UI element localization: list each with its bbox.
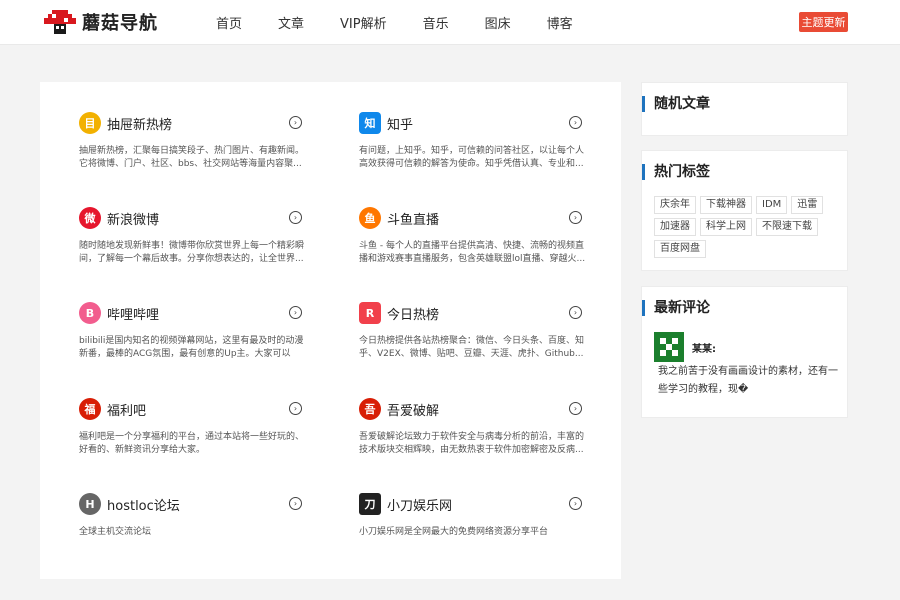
bilibili-icon: B [79, 302, 101, 324]
arrow-right-circle-icon[interactable]: › [289, 402, 302, 415]
tag[interactable]: 科学上网 [700, 218, 752, 236]
latest-comments-widget: 最新评论 某某: 我之前苦于没有画画设计的素材，还有一些学习的教程，现� [641, 286, 848, 418]
card-description: 抽屉新热榜，汇聚每日搞笑段子、热门图片、有趣新闻。它将微博、门户、社区、bbs、… [79, 146, 305, 169]
card-header: 福 福利吧 › [79, 398, 303, 422]
card-description: 福利吧是一个分享福利的平台，通过本站将一些好玩的、好看的、新鲜资讯分享给大家。 [79, 432, 305, 455]
tag-cloud: 庆余年 下载神器 IDM 迅雷 加速器 科学上网 不限速下载 百度网盘 [654, 196, 844, 258]
comment-author[interactable]: 某某: [692, 340, 716, 355]
top-header: 蘑菇导航 首页 文章 VIP解析 音乐 图床 博客 主题更新 [0, 0, 900, 45]
tag[interactable]: 庆余年 [654, 196, 696, 214]
arrow-right-circle-icon[interactable]: › [569, 497, 582, 510]
site-card-grid: 目 抽屉新热榜 › 抽屉新热榜，汇聚每日搞笑段子、热门图片、有趣新闻。它将微博、… [40, 82, 621, 579]
arrow-right-circle-icon[interactable]: › [569, 402, 582, 415]
card-header: B 哔哩哔哩 › [79, 302, 303, 326]
arrow-right-circle-icon[interactable]: › [569, 306, 582, 319]
site-card[interactable]: 目 抽屉新热榜 › 抽屉新热榜，汇聚每日搞笑段子、热门图片、有趣新闻。它将微博、… [79, 112, 319, 192]
card-title[interactable]: hostloc论坛 [107, 495, 180, 514]
nav-home[interactable]: 首页 [216, 13, 242, 32]
avatar [654, 332, 684, 362]
card-title[interactable]: 斗鱼直播 [387, 209, 439, 228]
arrow-right-circle-icon[interactable]: › [289, 211, 302, 224]
card-title[interactable]: 小刀娱乐网 [387, 495, 452, 514]
site-name: 蘑菇导航 [82, 13, 158, 34]
arrow-right-circle-icon[interactable]: › [289, 497, 302, 510]
fuliba-icon: 福 [79, 398, 101, 420]
site-card[interactable]: 福 福利吧 › 福利吧是一个分享福利的平台，通过本站将一些好玩的、好看的、新鲜资… [79, 398, 319, 478]
card-header: 知 知乎 › [359, 112, 583, 136]
site-card[interactable]: 知 知乎 › 有问题，上知乎。知乎，可信赖的问答社区，以让每个人高效获得可信赖的… [359, 112, 599, 192]
site-card[interactable]: R 今日热榜 › 今日热榜提供各站热榜聚合：微信、今日头条、百度、知乎、V2EX… [359, 302, 599, 382]
hot-tags-widget: 热门标签 庆余年 下载神器 IDM 迅雷 加速器 科学上网 不限速下载 百度网盘 [641, 150, 848, 271]
card-description: 小刀娱乐网是全网最大的免费网络资源分享平台 [359, 527, 549, 537]
52pojie-icon: 吾 [359, 398, 381, 420]
card-header: 刀 小刀娱乐网 › [359, 493, 583, 517]
card-title[interactable]: 知乎 [387, 114, 413, 133]
tag[interactable]: 不限速下载 [756, 218, 818, 236]
card-description: 今日热榜提供各站热榜聚合：微信、今日头条、百度、知乎、V2EX、微博、贴吧、豆瓣… [359, 336, 585, 359]
main-nav: 首页 文章 VIP解析 音乐 图床 博客 [216, 0, 573, 44]
drawer-icon: 目 [79, 112, 101, 134]
card-title[interactable]: 吾爱破解 [387, 400, 439, 419]
tag[interactable]: 百度网盘 [654, 240, 706, 258]
tag[interactable]: 下载神器 [700, 196, 752, 214]
card-header: 微 新浪微博 › [79, 207, 303, 231]
widget-title: 随机文章 [642, 96, 710, 112]
card-header: H hostloc论坛 › [79, 493, 303, 517]
card-description: bilibili是国内知名的视频弹幕网站，这里有最及时的动漫新番，最棒的ACG氛… [79, 336, 304, 359]
tag[interactable]: 加速器 [654, 218, 696, 236]
arrow-right-circle-icon[interactable]: › [569, 116, 582, 129]
card-header: 吾 吾爱破解 › [359, 398, 583, 422]
site-card[interactable]: 鱼 斗鱼直播 › 斗鱼 - 每个人的直播平台提供高清、快捷、流畅的视频直播和游戏… [359, 207, 599, 287]
nav-image-host[interactable]: 图床 [485, 13, 511, 32]
card-description: 随时随地发现新鲜事！微博带你欣赏世界上每一个精彩瞬间，了解每一个幕后故事。分享你… [79, 241, 305, 264]
tag[interactable]: 迅雷 [791, 196, 824, 214]
card-title[interactable]: 今日热榜 [387, 304, 439, 323]
card-description: 有问题，上知乎。知乎，可信赖的问答社区，以让每个人高效获得可信赖的解答为使命。知… [359, 146, 585, 169]
douyu-icon: 鱼 [359, 207, 381, 229]
card-description: 全球主机交流论坛 [79, 527, 152, 537]
arrow-right-circle-icon[interactable]: › [289, 116, 302, 129]
card-header: R 今日热榜 › [359, 302, 583, 326]
arrow-right-circle-icon[interactable]: › [289, 306, 302, 319]
widget-title: 最新评论 [642, 300, 710, 316]
widget-title: 热门标签 [642, 164, 710, 180]
site-card[interactable]: 吾 吾爱破解 › 吾爱破解论坛致力于软件安全与病毒分析的前沿，丰富的技术版块交相… [359, 398, 599, 478]
card-description: 斗鱼 - 每个人的直播平台提供高清、快捷、流畅的视频直播和游戏赛事直播服务，包含… [359, 241, 586, 264]
site-card[interactable]: 刀 小刀娱乐网 › 小刀娱乐网是全网最大的免费网络资源分享平台 [359, 493, 599, 573]
card-header: 鱼 斗鱼直播 › [359, 207, 583, 231]
card-title[interactable]: 抽屉新热榜 [107, 114, 172, 133]
site-card[interactable]: B 哔哩哔哩 › bilibili是国内知名的视频弹幕网站，这里有最及时的动漫新… [79, 302, 319, 382]
nav-music[interactable]: 音乐 [423, 13, 449, 32]
card-title[interactable]: 哔哩哔哩 [107, 304, 159, 323]
card-title[interactable]: 新浪微博 [107, 209, 159, 228]
weibo-icon: 微 [79, 207, 101, 229]
comment-text[interactable]: 我之前苦于没有画画设计的素材，还有一些学习的教程，现� [658, 363, 840, 399]
theme-update-button[interactable]: 主题更新 [799, 12, 848, 32]
xiaodao-icon: 刀 [359, 493, 381, 515]
card-header: 目 抽屉新热榜 › [79, 112, 303, 136]
mushroom-logo-icon [44, 10, 76, 34]
site-card[interactable]: 微 新浪微博 › 随时随地发现新鲜事！微博带你欣赏世界上每一个精彩瞬间，了解每一… [79, 207, 319, 287]
site-logo[interactable]: 蘑菇导航 [44, 9, 158, 35]
nav-vip-parse[interactable]: VIP解析 [340, 13, 387, 32]
tag[interactable]: IDM [756, 196, 788, 214]
nav-blog[interactable]: 博客 [547, 13, 573, 32]
random-articles-widget: 随机文章 [641, 82, 848, 136]
tophub-icon: R [359, 302, 381, 324]
nav-articles[interactable]: 文章 [278, 13, 304, 32]
arrow-right-circle-icon[interactable]: › [569, 211, 582, 224]
site-card[interactable]: H hostloc论坛 › 全球主机交流论坛 [79, 493, 319, 573]
card-description: 吾爱破解论坛致力于软件安全与病毒分析的前沿，丰富的技术版块交相辉映，由无数热衷于… [359, 432, 585, 455]
hostloc-icon: H [79, 493, 101, 515]
zhihu-icon: 知 [359, 112, 381, 134]
card-title[interactable]: 福利吧 [107, 400, 146, 419]
